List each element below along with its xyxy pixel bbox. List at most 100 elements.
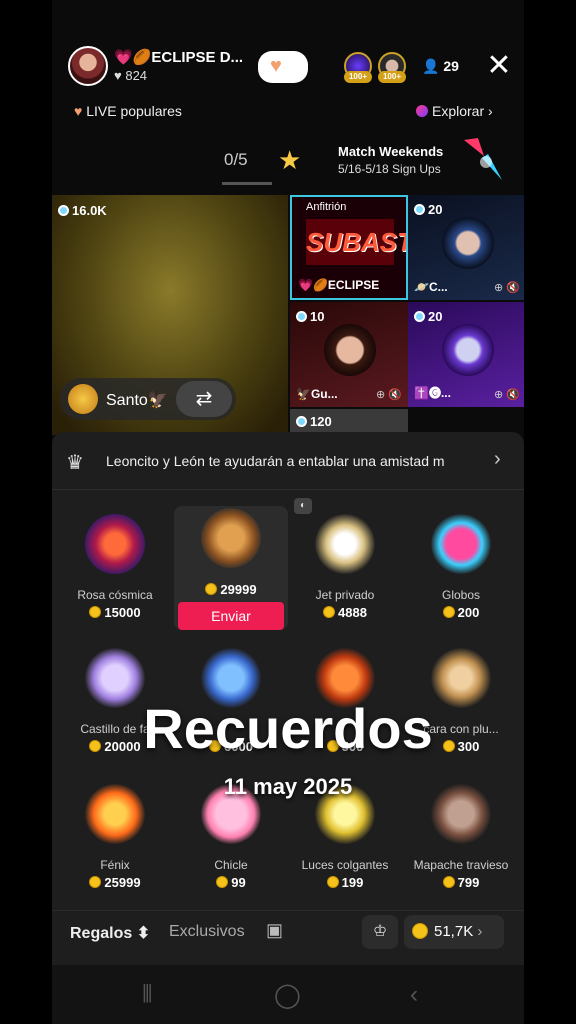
gem-count: 20 [414, 309, 442, 324]
tile-name: 🦅Gu... [296, 387, 338, 401]
gift-price: 99 [174, 875, 288, 890]
star-icon[interactable]: ★ [278, 145, 301, 176]
coin-icon [216, 876, 229, 888]
guest-avatar [442, 324, 494, 376]
coin-icon [89, 876, 102, 888]
crown-icon: ♛ [66, 452, 84, 474]
gift-item[interactable]: Rosa cósmica 15000 [58, 506, 172, 638]
mic-muted-icon: ⊕ 🔇 [494, 389, 520, 401]
gift-price-value: 99 [231, 875, 246, 890]
tab-gifts[interactable]: Regalos ⬍ [70, 923, 150, 943]
explore-icon [416, 105, 428, 117]
explore-link[interactable]: Explorar › [416, 103, 493, 119]
heart-icon: ♥ [114, 68, 126, 83]
gift-price: 15000 [58, 605, 172, 620]
gift-price: 200 [404, 605, 518, 620]
tile-name: ✝️🅖... [414, 386, 451, 400]
memories-date: 11 may 2025 [223, 774, 353, 799]
gift-price: 4888 [288, 605, 402, 620]
match-progress[interactable]: 0/5 [224, 150, 248, 170]
crown-icon[interactable]: ♔ [362, 915, 398, 949]
viewer-badge-2: 100+ [378, 71, 406, 83]
match-title[interactable]: Match Weekends [338, 144, 443, 159]
person-icon: 👤 [422, 58, 444, 74]
gift-image [201, 508, 261, 568]
coin-balance-button[interactable]: 51,7K › [404, 915, 504, 949]
gem-count: 20 [414, 202, 442, 217]
gift-item[interactable]: Globos 200 [404, 506, 518, 638]
guest-tile-3[interactable]: 10 🦅Gu... ⊕ 🔇 [290, 302, 408, 407]
follow-button[interactable]: ♥ [258, 51, 308, 83]
gift-name: Chicle [214, 858, 248, 872]
live-popular-link[interactable]: ♥ LIVE populares [74, 103, 182, 119]
guest-name: Santo🦅 [106, 392, 168, 409]
gem-count: 10 [296, 309, 324, 324]
viewer-badge-1: 100+ [344, 71, 372, 83]
gift-price-value: 4888 [338, 605, 367, 620]
coin-balance: 51,7K [434, 923, 474, 940]
live-stream-screen: 💗🏉ECLIPSE D... ♥ 824 ♥ 100+ 100+ 👤 29 ✕ … [52, 0, 524, 1024]
match-subtitle: 5/16-5/18 Sign Ups [338, 162, 441, 176]
auction-poster: SUBASTA [306, 219, 406, 265]
chevron-right-icon: › [473, 923, 483, 940]
viewer-count-value: 29 [443, 58, 459, 74]
guest-avatar [68, 384, 98, 414]
gift-item[interactable]: Jet privado 4888 [288, 506, 402, 638]
coin-icon [442, 876, 455, 888]
gift-item-selected[interactable]: 29999 Enviar [174, 506, 288, 630]
gift-image [431, 514, 491, 574]
match-progress-underline [222, 182, 272, 185]
gift-name: Luces colgantes [301, 858, 389, 872]
home-icon[interactable]: ◯ [274, 981, 301, 1010]
gem-count-value: 20 [428, 202, 443, 217]
gem-count-value: 10 [310, 309, 325, 324]
banner-text: Leoncito y León te ayudarán a entablar u… [106, 453, 445, 469]
viewer-count[interactable]: 👤 29 [422, 58, 459, 75]
gem-icon [414, 204, 425, 215]
gift-name: Rosa cósmica [77, 588, 153, 602]
coin-icon [442, 606, 455, 618]
gift-name: Globos [441, 588, 481, 602]
gift-price-value: 25999 [104, 875, 141, 890]
gift-box-icon[interactable]: ▣ [266, 920, 283, 941]
multi-guest-grid: 16.0K Santo🦅 ⇄ Anfitrión SUBASTA 💗🏉ECLIP… [52, 195, 524, 435]
send-button[interactable]: Enviar [178, 602, 284, 630]
gem-count: 16.0K [58, 203, 107, 218]
gift-price-value: 15000 [104, 605, 141, 620]
host-likes-value: 824 [125, 68, 148, 83]
gem-icon [58, 205, 69, 216]
tab-exclusives[interactable]: Exclusivos [169, 923, 245, 941]
close-button[interactable]: ✕ [484, 51, 514, 82]
coin-icon [323, 606, 336, 618]
gift-price: 199 [288, 875, 402, 890]
system-nav-bar: ⦀ ◯ ‹ [52, 965, 524, 1024]
guest-tile-2[interactable]: 20 🪐C... ⊕ 🔇 [408, 195, 524, 300]
guest-pill[interactable]: Santo🦅 ⇄ [60, 378, 236, 420]
live-popular-label: LIVE populares [86, 103, 182, 119]
main-video-tile[interactable]: 16.0K Santo🦅 ⇄ [52, 195, 288, 435]
tile-name: 💗🏉ECLIPSE [298, 278, 380, 292]
gift-banner[interactable]: ♛ Leoncito y León te ayudarán a entablar… [52, 432, 524, 490]
chevron-right-icon: › [494, 448, 501, 470]
memories-title: Recuerdos [143, 697, 433, 760]
swap-icon[interactable]: ⇄ [176, 381, 232, 417]
gift-price-value: 799 [457, 875, 480, 890]
gift-price-value: 29999 [220, 582, 257, 597]
back-icon[interactable]: ‹ [410, 981, 418, 1009]
coin-icon [205, 583, 218, 595]
high-five-icon [464, 138, 502, 180]
gift-price-value: 199 [341, 875, 364, 890]
stream-header: 💗🏉ECLIPSE D... ♥ 824 ♥ 100+ 100+ 👤 29 ✕ [52, 40, 524, 96]
guest-tile-host[interactable]: Anfitrión SUBASTA 💗🏉ECLIPSE [290, 195, 408, 300]
gift-price: 29999 [174, 582, 288, 597]
gift-name: Jet privado [315, 588, 375, 602]
gift-name: Fénix [100, 858, 130, 872]
host-label: Anfitrión [306, 201, 347, 213]
recent-apps-icon[interactable]: ⦀ [142, 981, 153, 1009]
gem-count-value: 120 [310, 414, 332, 429]
host-avatar[interactable] [68, 46, 108, 86]
gem-icon [296, 311, 307, 322]
gift-image [315, 514, 375, 574]
host-name[interactable]: 💗🏉ECLIPSE D... [114, 48, 243, 66]
guest-tile-4[interactable]: 20 ✝️🅖... ⊕ 🔇 [408, 302, 524, 407]
